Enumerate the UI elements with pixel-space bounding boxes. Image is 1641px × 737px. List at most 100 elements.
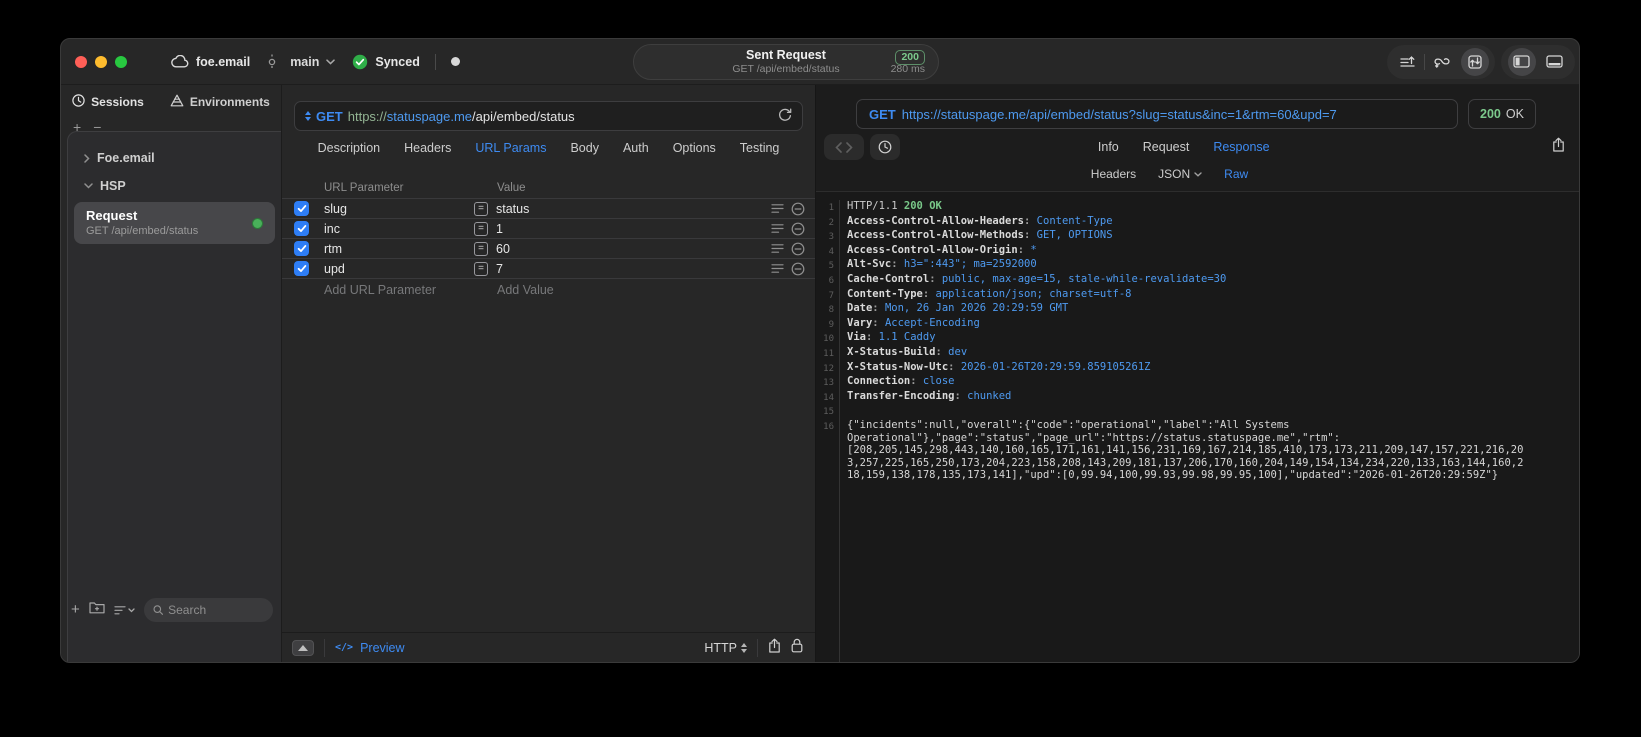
param-checkbox[interactable]: [294, 221, 309, 236]
sort-list-button[interactable]: [114, 605, 135, 616]
sync-status[interactable]: Synced: [375, 55, 419, 69]
request-tab-headers[interactable]: Headers: [404, 141, 451, 155]
resend-icon[interactable]: [778, 107, 792, 125]
param-name[interactable]: rtm: [324, 242, 474, 256]
add-request-button[interactable]: +: [71, 602, 80, 617]
row-options-icon[interactable]: [771, 263, 784, 274]
collapse-panel-button[interactable]: [292, 639, 314, 656]
equals-operator[interactable]: =: [474, 201, 488, 216]
history-button[interactable]: [870, 134, 900, 160]
add-param-row[interactable]: Add URL Parameter Add Value: [282, 279, 815, 301]
request-url[interactable]: https://statuspage.me/api/embed/status: [348, 109, 575, 124]
response-subtab-raw[interactable]: Raw: [1224, 167, 1248, 181]
remove-row-icon[interactable]: [791, 222, 805, 236]
response-tab-response[interactable]: Response: [1213, 140, 1269, 154]
chevron-right-icon: [84, 153, 90, 163]
request-tab-body[interactable]: Body: [570, 141, 599, 155]
header-value: *: [1030, 243, 1037, 256]
row-options-icon[interactable]: [771, 223, 784, 234]
sent-request-url-box[interactable]: GET https://statuspage.me/api/embed/stat…: [856, 99, 1458, 129]
param-value[interactable]: status: [496, 202, 771, 216]
chevron-right-icon[interactable]: [846, 141, 853, 153]
search-box[interactable]: [143, 598, 273, 622]
remove-row-icon[interactable]: [791, 262, 805, 276]
chevron-down-icon[interactable]: [326, 58, 336, 65]
request-list-item-selected[interactable]: Request GET /api/embed/status: [74, 202, 275, 244]
header-value: public, max-age=15, stale-while-revalida…: [941, 272, 1227, 285]
response-tab-request[interactable]: Request: [1143, 140, 1190, 154]
param-checkbox[interactable]: [294, 241, 309, 256]
param-value[interactable]: 60: [496, 242, 771, 256]
param-name[interactable]: inc: [324, 222, 474, 236]
search-input[interactable]: [168, 603, 264, 617]
param-checkbox[interactable]: [294, 201, 309, 216]
line-number: 5: [816, 258, 840, 273]
share-button[interactable]: [768, 638, 781, 658]
request-tab-auth[interactable]: Auth: [623, 141, 649, 155]
preview-button[interactable]: </> Preview: [335, 641, 405, 655]
line-content: Via: 1.1 Caddy: [840, 331, 1579, 344]
tab-sessions[interactable]: Sessions: [72, 94, 144, 110]
response-subtab-json[interactable]: JSON: [1158, 167, 1202, 181]
method-select-icon[interactable]: [305, 111, 311, 121]
link-requests-button[interactable]: [1425, 45, 1458, 79]
request-url-bar[interactable]: GET https://statuspage.me/api/embed/stat…: [294, 101, 803, 131]
header-name: Access-Control-Allow-Methods: [847, 229, 1025, 242]
row-options-icon[interactable]: [771, 243, 784, 254]
equals-operator[interactable]: =: [474, 221, 488, 236]
cycle-panels-button[interactable]: [1458, 45, 1491, 79]
request-tab-testing[interactable]: Testing: [740, 141, 780, 155]
branch-name[interactable]: main: [290, 55, 319, 69]
export-response-button[interactable]: [1552, 137, 1565, 157]
protocol-select[interactable]: HTTP: [704, 641, 747, 655]
response-method: GET: [869, 106, 896, 122]
toggle-bottom-panel-button[interactable]: [1538, 45, 1571, 79]
response-line: 11 X-Status-Build: dev: [816, 345, 1579, 361]
clock-icon: [72, 94, 85, 110]
zoom-button[interactable]: [115, 55, 127, 68]
new-folder-button[interactable]: [89, 601, 105, 619]
param-name[interactable]: upd: [324, 262, 474, 276]
record-dot-icon[interactable]: [450, 57, 460, 66]
sidebar: Sessions Environments + − Foe.email HSP …: [61, 85, 282, 662]
row-icons: [771, 202, 805, 216]
lock-icon[interactable]: [791, 638, 803, 658]
remove-row-icon[interactable]: [791, 242, 805, 256]
param-name[interactable]: slug: [324, 202, 474, 216]
tree-group-hsp[interactable]: HSP: [68, 172, 281, 200]
chevron-left-icon[interactable]: [835, 141, 842, 153]
remove-row-icon[interactable]: [791, 202, 805, 216]
close-button[interactable]: [75, 55, 87, 68]
export-button[interactable]: [1391, 45, 1424, 79]
add-param-placeholder[interactable]: Add URL Parameter: [324, 283, 489, 297]
toggle-sidebar-button[interactable]: [1505, 45, 1538, 79]
request-method[interactable]: GET: [316, 109, 343, 124]
equals-operator[interactable]: =: [474, 241, 488, 256]
sync-check-icon: [352, 54, 368, 70]
request-summary-pill[interactable]: Sent Request GET /api/embed/status 200 2…: [633, 44, 939, 80]
param-checkbox[interactable]: [294, 261, 309, 276]
minimize-button[interactable]: [95, 55, 107, 68]
header-colon: :: [929, 272, 942, 285]
response-line: 9 Vary: Accept-Encoding: [816, 316, 1579, 332]
line-number: 9: [816, 316, 840, 332]
add-value-placeholder[interactable]: Add Value: [497, 283, 554, 297]
add-session-button[interactable]: +: [73, 120, 81, 134]
request-tab-options[interactable]: Options: [673, 141, 716, 155]
request-tab-url-params[interactable]: URL Params: [475, 141, 546, 155]
row-options-icon[interactable]: [771, 203, 784, 214]
chevron-down-icon: [1194, 171, 1202, 177]
tree-group-foe-email[interactable]: Foe.email: [68, 144, 281, 172]
equals-operator[interactable]: =: [474, 261, 488, 276]
project-name[interactable]: foe.email: [196, 55, 250, 69]
layers-icon: [170, 94, 184, 110]
table-header: URL Parameter Value: [282, 177, 815, 199]
request-tab-description[interactable]: Description: [318, 141, 381, 155]
param-value[interactable]: 7: [496, 262, 771, 276]
param-value[interactable]: 1: [496, 222, 771, 236]
tab-environments[interactable]: Environments: [170, 94, 270, 110]
response-subtab-headers[interactable]: Headers: [1091, 167, 1136, 181]
remove-session-button[interactable]: −: [93, 120, 101, 134]
response-tab-info[interactable]: Info: [1098, 140, 1119, 154]
table-body: slug = status inc = 1 rtm = 60 upd = 7: [282, 199, 815, 279]
